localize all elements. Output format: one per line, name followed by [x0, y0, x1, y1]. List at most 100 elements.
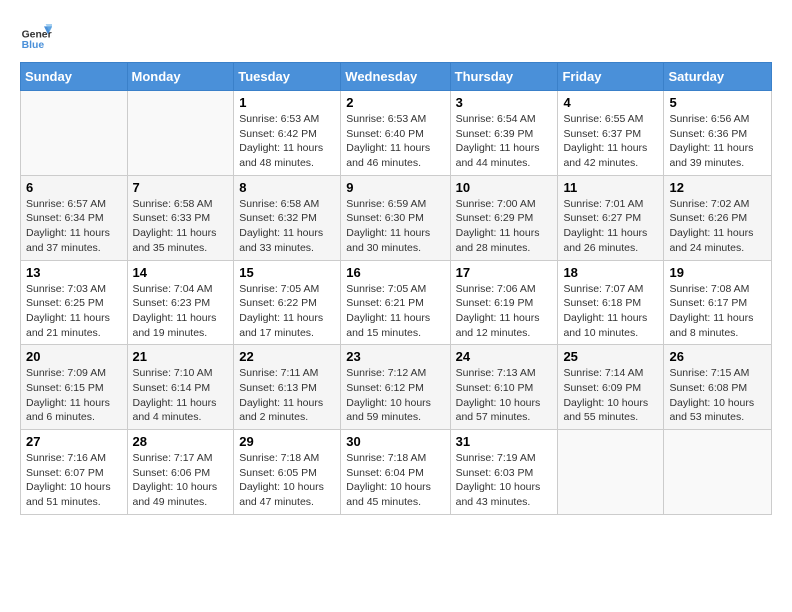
calendar-day-16: 16 Sunrise: 7:05 AMSunset: 6:21 PMDayligh… — [341, 260, 450, 345]
calendar-day-5: 5 Sunrise: 6:56 AMSunset: 6:36 PMDaylight… — [664, 91, 772, 176]
day-info: Sunrise: 6:54 AMSunset: 6:39 PMDaylight:… — [456, 112, 553, 171]
calendar-day-27: 27 Sunrise: 7:16 AMSunset: 6:07 PMDayligh… — [21, 430, 128, 515]
weekday-header-saturday: Saturday — [664, 63, 772, 91]
day-number: 30 — [346, 434, 444, 449]
day-info: Sunrise: 7:17 AMSunset: 6:06 PMDaylight:… — [133, 451, 229, 510]
day-info: Sunrise: 7:11 AMSunset: 6:13 PMDaylight:… — [239, 366, 335, 425]
calendar-day-10: 10 Sunrise: 7:00 AMSunset: 6:29 PMDayligh… — [450, 175, 558, 260]
day-info: Sunrise: 7:01 AMSunset: 6:27 PMDaylight:… — [563, 197, 658, 256]
day-number: 16 — [346, 265, 444, 280]
day-info: Sunrise: 6:58 AMSunset: 6:32 PMDaylight:… — [239, 197, 335, 256]
calendar-day-24: 24 Sunrise: 7:13 AMSunset: 6:10 PMDayligh… — [450, 345, 558, 430]
day-info: Sunrise: 6:56 AMSunset: 6:36 PMDaylight:… — [669, 112, 766, 171]
header: General Blue — [20, 20, 772, 52]
day-info: Sunrise: 7:03 AMSunset: 6:25 PMDaylight:… — [26, 282, 122, 341]
calendar-day-12: 12 Sunrise: 7:02 AMSunset: 6:26 PMDayligh… — [664, 175, 772, 260]
calendar-week-row: 27 Sunrise: 7:16 AMSunset: 6:07 PMDayligh… — [21, 430, 772, 515]
weekday-header-wednesday: Wednesday — [341, 63, 450, 91]
weekday-header-friday: Friday — [558, 63, 664, 91]
calendar-day-30: 30 Sunrise: 7:18 AMSunset: 6:04 PMDayligh… — [341, 430, 450, 515]
calendar-week-row: 20Sunrise: 7:09 AMSunset: 6:15 PMDayligh… — [21, 345, 772, 430]
weekday-header-sunday: Sunday — [21, 63, 128, 91]
calendar-day-20: 20Sunrise: 7:09 AMSunset: 6:15 PMDayligh… — [21, 345, 128, 430]
weekday-header-thursday: Thursday — [450, 63, 558, 91]
day-number: 9 — [346, 180, 444, 195]
day-number: 7 — [133, 180, 229, 195]
day-number: 31 — [456, 434, 553, 449]
day-number: 8 — [239, 180, 335, 195]
day-number: 28 — [133, 434, 229, 449]
day-number: 27 — [26, 434, 122, 449]
day-info: Sunrise: 6:59 AMSunset: 6:30 PMDaylight:… — [346, 197, 444, 256]
weekday-header-monday: Monday — [127, 63, 234, 91]
day-info: Sunrise: 6:53 AMSunset: 6:40 PMDaylight:… — [346, 112, 444, 171]
day-info: Sunrise: 6:55 AMSunset: 6:37 PMDaylight:… — [563, 112, 658, 171]
calendar-day-26: 26Sunrise: 7:15 AMSunset: 6:08 PMDayligh… — [664, 345, 772, 430]
logo: General Blue — [20, 20, 52, 52]
day-info: Sunrise: 7:12 AMSunset: 6:12 PMDaylight:… — [346, 366, 444, 425]
day-number: 13 — [26, 265, 122, 280]
day-number: 4 — [563, 95, 658, 110]
calendar-day-15: 15 Sunrise: 7:05 AMSunset: 6:22 PMDayligh… — [234, 260, 341, 345]
empty-day-cell — [127, 91, 234, 176]
day-number: 23 — [346, 349, 444, 364]
day-number: 21 — [133, 349, 229, 364]
calendar-day-28: 28 Sunrise: 7:17 AMSunset: 6:06 PMDayligh… — [127, 430, 234, 515]
day-info: Sunrise: 7:16 AMSunset: 6:07 PMDaylight:… — [26, 451, 122, 510]
calendar-day-31: 31 Sunrise: 7:19 AMSunset: 6:03 PMDayligh… — [450, 430, 558, 515]
calendar-day-19: 19Sunrise: 7:08 AMSunset: 6:17 PMDayligh… — [664, 260, 772, 345]
calendar-day-4: 4 Sunrise: 6:55 AMSunset: 6:37 PMDaylight… — [558, 91, 664, 176]
day-info: Sunrise: 7:02 AMSunset: 6:26 PMDaylight:… — [669, 197, 766, 256]
day-info: Sunrise: 7:18 AMSunset: 6:05 PMDaylight:… — [239, 451, 335, 510]
calendar-day-6: 6 Sunrise: 6:57 AMSunset: 6:34 PMDaylight… — [21, 175, 128, 260]
calendar-day-13: 13 Sunrise: 7:03 AMSunset: 6:25 PMDayligh… — [21, 260, 128, 345]
day-number: 17 — [456, 265, 553, 280]
calendar-day-8: 8 Sunrise: 6:58 AMSunset: 6:32 PMDaylight… — [234, 175, 341, 260]
day-info: Sunrise: 7:13 AMSunset: 6:10 PMDaylight:… — [456, 366, 553, 425]
day-number: 24 — [456, 349, 553, 364]
day-info: Sunrise: 7:05 AMSunset: 6:22 PMDaylight:… — [239, 282, 335, 341]
empty-day-cell — [664, 430, 772, 515]
weekday-header-row: SundayMondayTuesdayWednesdayThursdayFrid… — [21, 63, 772, 91]
day-info: Sunrise: 6:58 AMSunset: 6:33 PMDaylight:… — [133, 197, 229, 256]
day-info: Sunrise: 7:05 AMSunset: 6:21 PMDaylight:… — [346, 282, 444, 341]
calendar-day-14: 14Sunrise: 7:04 AMSunset: 6:23 PMDayligh… — [127, 260, 234, 345]
day-number: 3 — [456, 95, 553, 110]
calendar-day-9: 9 Sunrise: 6:59 AMSunset: 6:30 PMDaylight… — [341, 175, 450, 260]
empty-day-cell — [21, 91, 128, 176]
calendar-day-2: 2 Sunrise: 6:53 AMSunset: 6:40 PMDaylight… — [341, 91, 450, 176]
day-info: Sunrise: 7:10 AMSunset: 6:14 PMDaylight:… — [133, 366, 229, 425]
calendar-day-25: 25Sunrise: 7:14 AMSunset: 6:09 PMDayligh… — [558, 345, 664, 430]
calendar-day-11: 11 Sunrise: 7:01 AMSunset: 6:27 PMDayligh… — [558, 175, 664, 260]
day-number: 6 — [26, 180, 122, 195]
day-number: 29 — [239, 434, 335, 449]
day-info: Sunrise: 7:08 AMSunset: 6:17 PMDaylight:… — [669, 282, 766, 341]
day-info: Sunrise: 7:06 AMSunset: 6:19 PMDaylight:… — [456, 282, 553, 341]
day-number: 25 — [563, 349, 658, 364]
day-number: 11 — [563, 180, 658, 195]
day-number: 10 — [456, 180, 553, 195]
calendar-week-row: 1Sunrise: 6:53 AMSunset: 6:42 PMDaylight… — [21, 91, 772, 176]
calendar-table: SundayMondayTuesdayWednesdayThursdayFrid… — [20, 62, 772, 515]
day-info: Sunrise: 7:19 AMSunset: 6:03 PMDaylight:… — [456, 451, 553, 510]
day-number: 1 — [239, 95, 335, 110]
day-number: 20 — [26, 349, 122, 364]
day-number: 2 — [346, 95, 444, 110]
calendar-day-17: 17 Sunrise: 7:06 AMSunset: 6:19 PMDayligh… — [450, 260, 558, 345]
day-number: 22 — [239, 349, 335, 364]
day-info: Sunrise: 7:07 AMSunset: 6:18 PMDaylight:… — [563, 282, 658, 341]
empty-day-cell — [558, 430, 664, 515]
day-info: Sunrise: 6:57 AMSunset: 6:34 PMDaylight:… — [26, 197, 122, 256]
day-info: Sunrise: 7:18 AMSunset: 6:04 PMDaylight:… — [346, 451, 444, 510]
day-number: 26 — [669, 349, 766, 364]
day-number: 15 — [239, 265, 335, 280]
day-info: Sunrise: 7:04 AMSunset: 6:23 PMDaylight:… — [133, 282, 229, 341]
day-info: Sunrise: 7:00 AMSunset: 6:29 PMDaylight:… — [456, 197, 553, 256]
calendar-week-row: 13 Sunrise: 7:03 AMSunset: 6:25 PMDayligh… — [21, 260, 772, 345]
calendar-week-row: 6 Sunrise: 6:57 AMSunset: 6:34 PMDaylight… — [21, 175, 772, 260]
svg-text:Blue: Blue — [22, 40, 45, 51]
calendar-day-22: 22 Sunrise: 7:11 AMSunset: 6:13 PMDayligh… — [234, 345, 341, 430]
calendar-day-29: 29 Sunrise: 7:18 AMSunset: 6:05 PMDayligh… — [234, 430, 341, 515]
day-number: 5 — [669, 95, 766, 110]
day-number: 12 — [669, 180, 766, 195]
